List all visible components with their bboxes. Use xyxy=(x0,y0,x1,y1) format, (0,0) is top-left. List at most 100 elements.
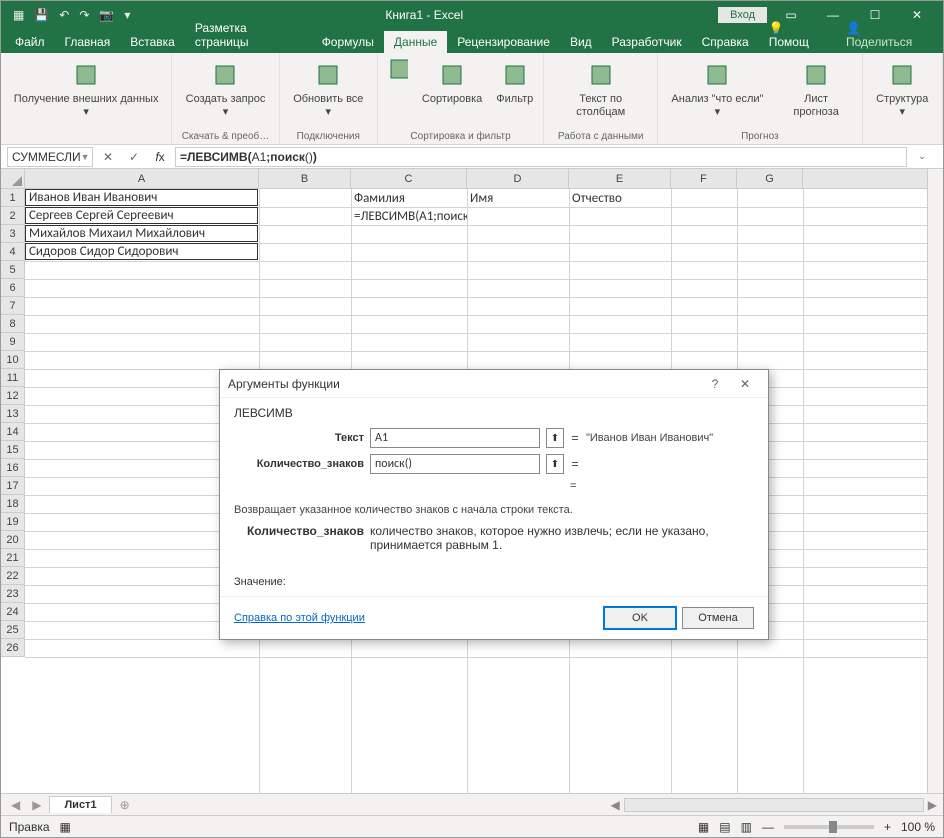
col-header-F[interactable]: F xyxy=(671,169,737,188)
zoom-in-button[interactable]: + xyxy=(884,820,891,834)
ribbon-tab-данные[interactable]: Данные xyxy=(384,31,447,53)
enter-formula-button[interactable]: ✓ xyxy=(123,147,145,167)
zoom-out-button[interactable]: — xyxy=(762,820,774,834)
sheet-nav-prev[interactable]: ◀ xyxy=(7,798,24,812)
sheet-tab[interactable]: Лист1 xyxy=(49,796,111,813)
ok-button[interactable]: OK xyxy=(604,607,676,629)
cell-C1[interactable]: Фамилия xyxy=(351,189,467,207)
ribbon-tab-файл[interactable]: Файл xyxy=(5,31,55,53)
col-header-A[interactable]: A xyxy=(25,169,259,188)
arg-input[interactable] xyxy=(370,454,540,474)
arg-input[interactable] xyxy=(370,428,540,448)
ribbon-button[interactable]: Сортировка xyxy=(418,57,486,108)
fx-button[interactable]: fx xyxy=(149,147,171,167)
ribbon-button[interactable]: Фильтр xyxy=(492,57,537,108)
cancel-formula-button[interactable]: ✕ xyxy=(97,147,119,167)
col-header-D[interactable]: D xyxy=(467,169,569,188)
row-header-12[interactable]: 12 xyxy=(1,387,24,405)
cell-A2[interactable]: Сергеев Сергей Сергеевич xyxy=(25,207,258,224)
ribbon-tab-разметка страницы[interactable]: Разметка страницы xyxy=(185,17,312,53)
select-all-button[interactable] xyxy=(1,169,25,189)
row-header-3[interactable]: 3 xyxy=(1,225,24,243)
dialog-help-button[interactable]: ? xyxy=(700,377,730,391)
row-header-17[interactable]: 17 xyxy=(1,477,24,495)
cancel-button[interactable]: Отмена xyxy=(682,607,754,629)
dialog-close-button[interactable]: ✕ xyxy=(730,377,760,391)
row-header-5[interactable]: 5 xyxy=(1,261,24,279)
hscroll-left-icon[interactable]: ◀ xyxy=(611,798,620,812)
macro-record-icon[interactable]: ▦ xyxy=(60,820,71,834)
dialog-titlebar[interactable]: Аргументы функции ? ✕ xyxy=(220,370,768,398)
ribbon-tab-справка[interactable]: Справка xyxy=(692,31,759,53)
row-header-2[interactable]: 2 xyxy=(1,207,24,225)
cell-A1[interactable]: Иванов Иван Иванович xyxy=(25,189,258,206)
ribbon-tab-вставка[interactable]: Вставка xyxy=(120,31,185,53)
row-header-24[interactable]: 24 xyxy=(1,603,24,621)
ribbon-button[interactable]: Структура ▾ xyxy=(869,57,936,120)
row-header-7[interactable]: 7 xyxy=(1,297,24,315)
row-header-8[interactable]: 8 xyxy=(1,315,24,333)
ribbon-tab-рецензирование[interactable]: Рецензирование xyxy=(447,31,560,53)
row-header-9[interactable]: 9 xyxy=(1,333,24,351)
row-header-11[interactable]: 11 xyxy=(1,369,24,387)
ribbon-tab-вид[interactable]: Вид xyxy=(560,31,602,53)
view-layout-icon[interactable]: ▤ xyxy=(719,820,730,834)
chevron-down-icon[interactable]: ▼ xyxy=(81,152,90,162)
function-help-link[interactable]: Справка по этой функции xyxy=(234,612,365,624)
qat-dropdown-icon[interactable]: ▾ xyxy=(124,8,130,22)
view-pagebreak-icon[interactable]: ▥ xyxy=(741,820,752,834)
row-header-4[interactable]: 4 xyxy=(1,243,24,261)
expand-formula-bar-icon[interactable]: ⌄ xyxy=(911,147,933,167)
save-icon[interactable]: 💾 xyxy=(34,8,49,22)
col-header-C[interactable]: C xyxy=(351,169,467,188)
range-selector-button[interactable]: ⬆ xyxy=(546,454,564,474)
new-sheet-button[interactable]: ⊕ xyxy=(116,798,134,812)
row-header-21[interactable]: 21 xyxy=(1,549,24,567)
row-header-23[interactable]: 23 xyxy=(1,585,24,603)
ribbon-button[interactable]: Текст по столбцам xyxy=(550,57,651,120)
cell-D1[interactable]: Имя xyxy=(467,189,569,207)
zoom-level[interactable]: 100 % xyxy=(901,820,935,834)
ribbon-button[interactable]: Создать запрос ▾ xyxy=(178,57,273,120)
row-header-16[interactable]: 16 xyxy=(1,459,24,477)
row-header-26[interactable]: 26 xyxy=(1,639,24,657)
ribbon-button[interactable]: Лист прогноза xyxy=(777,57,856,120)
row-header-14[interactable]: 14 xyxy=(1,423,24,441)
col-header-B[interactable]: B xyxy=(259,169,351,188)
cell-A4[interactable]: Сидоров Сидор Сидорович xyxy=(25,243,258,260)
cell-A3[interactable]: Михайлов Михаил Михайлович xyxy=(25,225,258,242)
row-header-19[interactable]: 19 xyxy=(1,513,24,531)
share-button[interactable]: 👤 Поделиться xyxy=(836,17,939,53)
ribbon-button[interactable]: Получение внешних данных ▾ xyxy=(7,57,165,120)
ribbon-button[interactable]: Анализ "что если" ▾ xyxy=(664,57,770,120)
ribbon-tab-формулы[interactable]: Формулы xyxy=(312,31,384,53)
col-header-E[interactable]: E xyxy=(569,169,671,188)
range-selector-button[interactable]: ⬆ xyxy=(546,428,564,448)
row-header-18[interactable]: 18 xyxy=(1,495,24,513)
camera-icon[interactable]: 📷 xyxy=(99,8,114,22)
redo-icon[interactable]: ↷ xyxy=(79,8,89,22)
horizontal-scrollbar[interactable] xyxy=(624,798,924,812)
tell-me-icon[interactable]: 💡 Помощ xyxy=(759,17,836,53)
row-header-15[interactable]: 15 xyxy=(1,441,24,459)
row-header-13[interactable]: 13 xyxy=(1,405,24,423)
sheet-nav-next[interactable]: ▶ xyxy=(28,798,45,812)
row-header-20[interactable]: 20 xyxy=(1,531,24,549)
col-header-G[interactable]: G xyxy=(737,169,803,188)
vertical-scrollbar[interactable] xyxy=(927,169,943,793)
row-header-22[interactable]: 22 xyxy=(1,567,24,585)
cell-C2[interactable]: =ЛЕВСИМВ(А1;поиск()) xyxy=(351,207,467,225)
cell-E1[interactable]: Отчество xyxy=(569,189,671,207)
ribbon-tab-разработчик[interactable]: Разработчик xyxy=(602,31,692,53)
hscroll-right-icon[interactable]: ▶ xyxy=(928,798,937,812)
view-normal-icon[interactable]: ▦ xyxy=(698,820,709,834)
ribbon-button[interactable] xyxy=(384,57,412,81)
name-box[interactable]: СУММЕСЛИ ▼ xyxy=(7,147,93,167)
row-header-25[interactable]: 25 xyxy=(1,621,24,639)
ribbon-button[interactable]: Обновить все ▾ xyxy=(286,57,371,120)
row-header-1[interactable]: 1 xyxy=(1,189,24,207)
zoom-slider[interactable] xyxy=(784,825,874,829)
ribbon-tab-главная[interactable]: Главная xyxy=(55,31,121,53)
undo-icon[interactable]: ↶ xyxy=(59,8,69,22)
formula-input[interactable]: =ЛЕВСИМВ(А1;поиск()) xyxy=(175,147,907,167)
